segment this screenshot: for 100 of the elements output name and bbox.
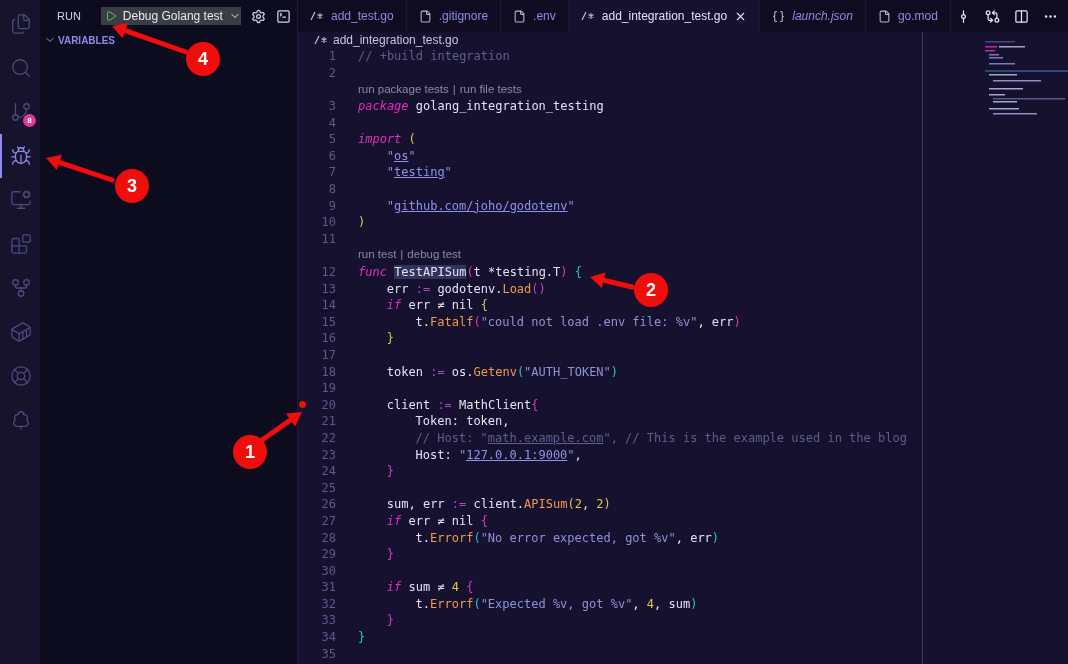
code-line: } [386, 463, 395, 481]
compare-icon[interactable] [985, 8, 1000, 24]
line-number: 24 [320, 463, 336, 481]
editor-tab[interactable]: .gitignore [406, 0, 502, 32]
codelens-link[interactable]: run test [358, 246, 397, 264]
line-number: 23 [320, 446, 336, 464]
line-number: 34 [320, 629, 336, 647]
line-number: 7 [327, 164, 336, 182]
annotation-marker: 2 [634, 273, 668, 307]
code-line: err := godotenv.Load() [386, 280, 546, 298]
slash-star-icon [580, 11, 595, 21]
line-number: 3 [327, 98, 336, 116]
breadcrumb[interactable]: add_integration_test.go [333, 31, 459, 49]
blocks-icon [10, 233, 32, 255]
code-line: client := MathClient{ [386, 396, 539, 414]
code-line: if err ≠ nil { [386, 297, 488, 315]
codelens-link[interactable]: debug test [407, 246, 462, 264]
annotation-arrow [259, 412, 302, 443]
play-icon [104, 10, 117, 22]
editor-tab[interactable]: add_integration_test.go [568, 0, 761, 32]
line-number: 26 [320, 496, 336, 514]
line-number: 4 [327, 114, 336, 132]
wheel-icon [10, 365, 32, 387]
line-number: 5 [327, 131, 336, 149]
code-line: sum, err := client.APISum(2, 2) [386, 496, 611, 514]
code-line: "os" [386, 147, 416, 165]
line-number: 21 [320, 413, 336, 431]
line-number: 13 [320, 280, 336, 298]
settings-icon[interactable] [250, 8, 266, 24]
line-number: 12 [320, 264, 336, 281]
code-line: t.Errorf("Expected %v, got %v", 4, sum) [415, 595, 698, 613]
braces-icon [772, 9, 786, 23]
code-line: package golang_integration_testing [358, 98, 604, 116]
line-number: 10 [320, 214, 336, 232]
line-number: 32 [320, 595, 336, 613]
line-number: 33 [320, 612, 336, 630]
line-number: 19 [320, 380, 336, 398]
line-number: 11 [320, 230, 336, 248]
annotation-arrow [590, 272, 635, 290]
line-number: 20 [320, 396, 336, 414]
line-number: 29 [320, 546, 336, 564]
container-icon [10, 321, 32, 343]
count-badge: 8 [23, 114, 36, 127]
line-number: 35 [320, 645, 336, 663]
editor-tab[interactable]: add_test.go [298, 0, 407, 32]
file-icon [877, 9, 891, 23]
separator: | [400, 247, 404, 263]
file-icon [513, 9, 527, 23]
line-number: 1 [327, 48, 336, 66]
editor-tab[interactable]: .env [501, 0, 569, 32]
code-line: ) [358, 214, 366, 232]
separator: | [452, 81, 456, 97]
activity-item[interactable]: 8 [0, 90, 40, 134]
monitor-icon [10, 189, 32, 211]
line-number: 18 [320, 363, 336, 381]
code-line: "github.com/joho/godotenv" [386, 197, 575, 215]
code-line: } [386, 546, 395, 564]
split-editor-icon[interactable] [1014, 8, 1029, 24]
code-line: Token: token, [415, 413, 510, 431]
code-line: Host: "127.0.0.1:9000", [415, 446, 582, 464]
panel-title: RUN [57, 8, 81, 24]
code-line: import ( [358, 131, 416, 149]
line-number: 9 [327, 197, 336, 215]
files-icon [10, 13, 32, 35]
line-number: 16 [320, 330, 336, 348]
line-number: 15 [320, 313, 336, 331]
line-number: 8 [327, 181, 336, 199]
line-number: 27 [320, 512, 336, 530]
code-line: } [358, 629, 366, 647]
codelens-link[interactable]: run package tests [358, 80, 449, 98]
tree-icon [10, 409, 32, 431]
terminal-icon[interactable] [275, 8, 291, 24]
code-line: // +build integration [358, 48, 510, 66]
slash-star-icon [314, 35, 328, 45]
code-line: token := os.Getenv("AUTH_TOKEN") [386, 363, 619, 381]
bug-icon [10, 145, 32, 167]
editor-tab[interactable]: launch.json [760, 0, 866, 32]
line-number: 30 [320, 562, 336, 580]
codelens-link[interactable]: run file tests [459, 80, 522, 98]
line-number: 6 [327, 147, 336, 165]
line-number: 14 [320, 297, 336, 315]
code-line: t.Errorf("No error expected, got %v", err) [415, 529, 720, 547]
annotation-arrow [46, 154, 115, 183]
line-number: 28 [320, 529, 336, 547]
code-line: if err ≠ nil { [386, 512, 488, 530]
fork-icon [10, 277, 32, 299]
code-line: // Host: "math.example.com", // This is the example used in the blog [415, 429, 907, 447]
code-line: if sum ≠ 4 { [386, 579, 474, 597]
line-number: 31 [320, 579, 336, 597]
editor-tab[interactable]: go.mod [865, 0, 951, 32]
code-line: } [386, 330, 395, 348]
branch-icon [10, 101, 32, 123]
code-line: t.Fatalf("could not load .env file: %v", err) [415, 313, 741, 331]
code-line: } [386, 612, 395, 630]
file-icon [418, 9, 432, 23]
line-number: 2 [327, 64, 336, 82]
debug-config-dropdown[interactable]: Debug Golang test [100, 7, 241, 25]
code-line: func TestAPISum(t *testing.T) { [358, 264, 582, 281]
line-number: 25 [320, 479, 336, 497]
code-line: "testing" [386, 164, 452, 182]
